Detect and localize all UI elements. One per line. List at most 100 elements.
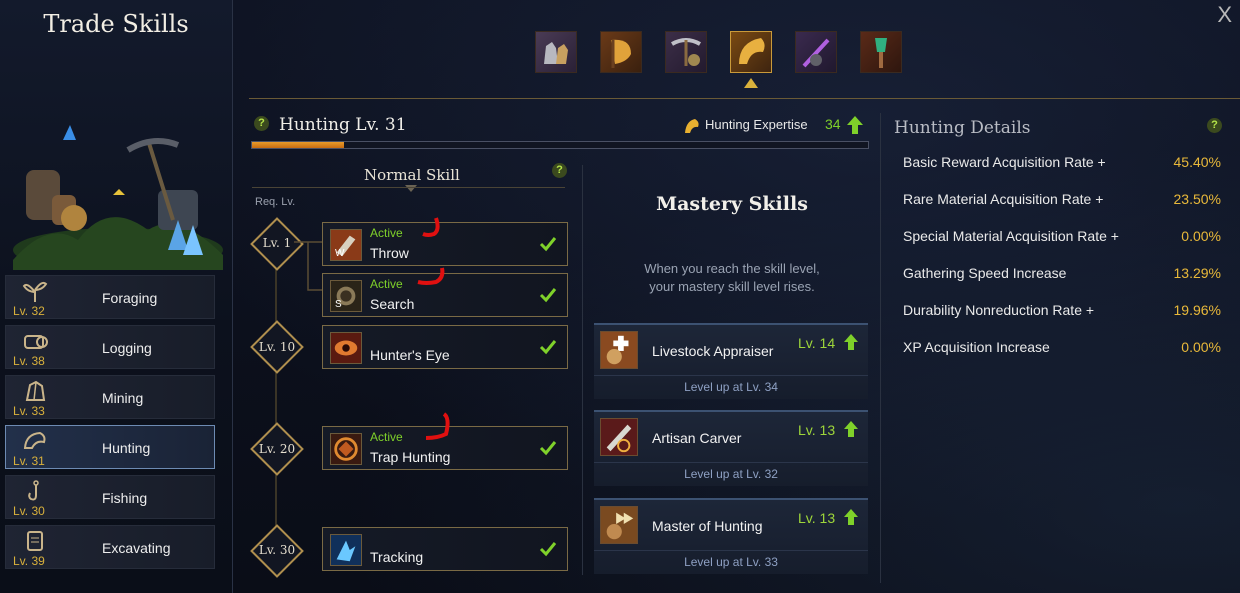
trade-skills-illustration	[13, 125, 223, 270]
detail-row: XP Acquisition Increase 0.00%	[903, 339, 1221, 355]
detail-row: Durability Nonreduction Rate + 19.96%	[903, 302, 1221, 318]
log-icon	[24, 335, 48, 349]
mastery-skill-name: Artisan Carver	[652, 430, 742, 446]
required-level-label: Req. Lv.	[255, 196, 296, 208]
normal-skill-help-icon[interactable]: ?	[552, 163, 567, 178]
details-help-icon[interactable]: ?	[1207, 118, 1222, 133]
skill-throw[interactable]: W Active Throw	[322, 222, 568, 266]
eye-icon	[330, 332, 362, 364]
category-level: Lv. 39	[13, 554, 45, 568]
category-name: Mining	[102, 390, 144, 406]
skill-hunters-eye[interactable]: Hunter's Eye	[322, 325, 568, 369]
expertise-icon	[685, 119, 699, 133]
mastery-description: When you reach the skill level, your mas…	[594, 260, 870, 296]
level-marker-label: Lv. 20	[258, 442, 296, 456]
tab-fishing-tool[interactable]	[795, 31, 837, 73]
skill-status: Active	[370, 226, 403, 240]
detail-value: 45.40%	[1173, 154, 1221, 170]
card-divider	[594, 462, 868, 463]
red-annotation-mark	[425, 412, 450, 440]
ore-icon	[25, 380, 46, 401]
detail-label: Gathering Speed Increase	[903, 265, 1067, 281]
category-foraging[interactable]: Lv. 32 Foraging	[5, 275, 215, 319]
skill-title: Hunting Lv. 31	[279, 115, 407, 135]
category-name: Logging	[102, 340, 152, 356]
appraiser-icon	[600, 331, 638, 369]
detail-row: Basic Reward Acquisition Rate + 45.40%	[903, 154, 1221, 170]
checkmark-icon	[539, 340, 557, 355]
gloves-icon	[544, 42, 568, 64]
tracking-icon	[330, 534, 362, 566]
column-divider	[582, 165, 583, 575]
category-logging[interactable]: Lv. 38 Logging	[5, 325, 215, 369]
mastery-level-hint: Level up at Lv. 32	[684, 467, 778, 481]
mastery-skill-master-of-hunting[interactable]: Master of Hunting Lv. 13 Level up at Lv.…	[594, 498, 868, 574]
mastery-skill-name: Master of Hunting	[652, 518, 763, 534]
category-name: Hunting	[102, 440, 151, 456]
card-divider	[594, 375, 868, 376]
sidebar: Trade Skills Lv. 32 Foraging Lv. 38 Logg…	[0, 0, 233, 593]
skill-connector	[294, 241, 322, 291]
level-up-arrow-icon	[844, 334, 858, 350]
window-title: Trade Skills	[43, 10, 189, 38]
mastery-skill-artisan-carver[interactable]: Artisan Carver Lv. 13 Level up at Lv. 32	[594, 410, 868, 486]
sprout-icon	[22, 281, 48, 302]
rod-icon	[802, 38, 830, 68]
category-mining[interactable]: Lv. 33 Mining	[5, 375, 215, 419]
detail-value: 19.96%	[1173, 302, 1221, 318]
shovel-icon	[875, 38, 887, 68]
detail-value: 23.50%	[1173, 191, 1221, 207]
category-name: Fishing	[102, 490, 148, 506]
category-hunting[interactable]: Lv. 31 Hunting	[5, 425, 215, 469]
category-level: Lv. 38	[13, 354, 45, 368]
horn-icon	[23, 431, 46, 449]
mastery-desc-line: When you reach the skill level,	[644, 261, 820, 276]
skill-progress-bar	[251, 141, 869, 149]
checkmark-icon	[539, 288, 557, 303]
carver-icon	[600, 418, 638, 456]
level-up-arrow-icon	[844, 421, 858, 437]
mastery-skill-livestock-appraiser[interactable]: Livestock Appraiser Lv. 14 Level up at L…	[594, 323, 868, 399]
detail-label: Durability Nonreduction Rate +	[903, 302, 1095, 318]
trap-icon	[330, 433, 362, 465]
normal-skill-divider	[252, 187, 565, 188]
skill-tracking[interactable]: Tracking	[322, 527, 568, 571]
detail-label: XP Acquisition Increase	[903, 339, 1050, 355]
axe-icon	[611, 39, 631, 68]
header-divider	[249, 98, 1240, 99]
mastery-skill-name: Livestock Appraiser	[652, 343, 774, 359]
red-annotation-mark	[422, 217, 440, 237]
skill-status: Active	[370, 277, 403, 291]
tab-logging-tool[interactable]	[600, 31, 642, 73]
detail-row: Rare Material Acquisition Rate + 23.50%	[903, 191, 1221, 207]
detail-row: Gathering Speed Increase 13.29%	[903, 265, 1221, 281]
mastery-desc-line: your mastery skill level rises.	[649, 279, 815, 294]
tab-hunting-tool[interactable]	[730, 31, 772, 73]
level-marker-label: Lv. 10	[258, 340, 296, 354]
category-level: Lv. 31	[13, 454, 45, 468]
level-up-arrow-icon	[844, 509, 858, 525]
category-fishing[interactable]: Lv. 30 Fishing	[5, 475, 215, 519]
skill-hotkey: S	[335, 299, 342, 310]
help-icon[interactable]: ?	[254, 116, 269, 131]
tab-gloves[interactable]	[535, 31, 577, 73]
pickaxe-icon	[671, 38, 701, 66]
checkmark-icon	[539, 542, 557, 557]
checkmark-icon	[539, 441, 557, 456]
close-button[interactable]: X	[1217, 2, 1232, 28]
tab-excavating-tool[interactable]	[860, 31, 902, 73]
category-name: Foraging	[102, 290, 158, 306]
skill-hotkey: W	[335, 248, 345, 259]
detail-value: 0.00%	[1181, 339, 1221, 355]
mastery-skill-level: Lv. 13	[798, 422, 836, 438]
category-excavating[interactable]: Lv. 39 Excavating	[5, 525, 215, 569]
detail-label: Rare Material Acquisition Rate +	[903, 191, 1104, 207]
level-marker-label: Lv. 30	[258, 543, 296, 557]
red-annotation-mark	[417, 267, 445, 285]
tab-mining-tool[interactable]	[665, 31, 707, 73]
expertise-value: 34	[825, 116, 841, 132]
normal-skill-title: Normal Skill	[364, 166, 460, 184]
detail-label: Special Material Acquisition Rate +	[903, 228, 1119, 244]
category-name: Excavating	[102, 540, 171, 556]
detail-value: 13.29%	[1173, 265, 1221, 281]
